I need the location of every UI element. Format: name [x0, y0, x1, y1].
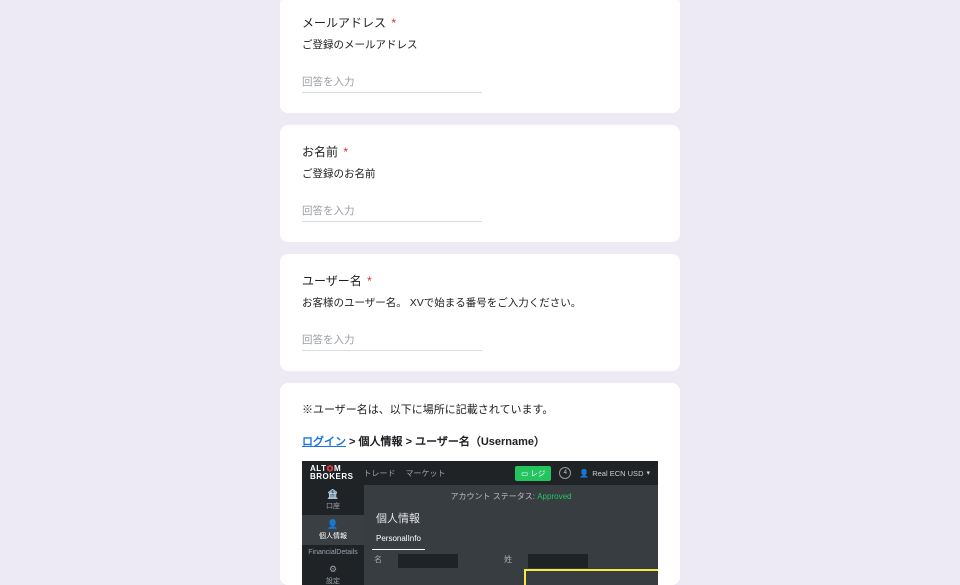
field-label-lastname: 姓	[504, 554, 520, 568]
bank-icon: 🏦	[302, 489, 364, 500]
question-title: ユーザー名 *	[302, 272, 658, 289]
logo-subtext: BROKERS	[310, 473, 354, 481]
logo: ALT⏣M BROKERS	[310, 465, 354, 481]
info-card: ※ユーザー名は、以下に場所に記載されています。 ログイン > 個人情報 > ユー…	[280, 383, 680, 585]
register-label: レジ	[530, 469, 545, 478]
embed-body: 🏦 口座 👤 個人情報 FinancialDetails ⚙ 設定	[302, 485, 658, 585]
question-card-email: メールアドレス * ご登録のメールアドレス	[280, 0, 680, 113]
username-highlight-box	[524, 569, 658, 585]
sb-label: 設定	[326, 578, 340, 585]
embed-main: アカウント ステータス: Approved 個人情報 PersonalInfo …	[364, 485, 658, 585]
person-icon: 👤	[579, 469, 589, 478]
question-desc: ご登録のお名前	[302, 166, 658, 181]
account-status: アカウント ステータス: Approved	[364, 485, 658, 502]
sidebar-item-financial: FinancialDetails	[302, 545, 364, 560]
status-value: Approved	[537, 492, 571, 501]
nav-market: マーケット	[406, 468, 446, 479]
title-text: お名前	[302, 145, 338, 159]
card-icon: ▭	[521, 469, 528, 478]
account-selector: 👤 Real ECN USD ▾	[579, 469, 650, 478]
embedded-screenshot: ALT⏣M BROKERS トレード マーケット ▭ レジ 4 👤 Real E…	[302, 461, 658, 585]
embed-topbar: ALT⏣M BROKERS トレード マーケット ▭ レジ 4 👤 Real E…	[302, 461, 658, 485]
question-title: お名前 *	[302, 143, 658, 160]
breadcrumb-rest: > 個人情報 > ユーザー名（Username）	[346, 436, 545, 448]
title-text: メールアドレス	[302, 16, 386, 30]
field-firstname-value	[398, 554, 458, 568]
username-location-note: ※ユーザー名は、以下に場所に記載されています。	[302, 401, 658, 417]
chevron-down-icon: ▾	[646, 469, 650, 477]
account-name: Real ECN USD	[592, 469, 643, 478]
breadcrumb-login-link[interactable]: ログイン	[302, 436, 346, 448]
status-label: アカウント ステータス:	[451, 492, 535, 501]
required-mark: *	[367, 274, 372, 288]
field-label-firstname: 名	[374, 554, 390, 568]
page-title: 個人情報	[364, 502, 658, 530]
embed-sidebar: 🏦 口座 👤 個人情報 FinancialDetails ⚙ 設定	[302, 485, 364, 585]
notification-badge: 4	[559, 467, 571, 479]
register-button: ▭ レジ	[515, 466, 551, 481]
tab-personalinfo: PersonalInfo	[372, 530, 425, 550]
topbar-right: ▭ レジ 4 👤 Real ECN USD ▾	[515, 466, 650, 481]
question-desc: お客様のユーザー名。 XVで始まる番号をご入力ください。	[302, 295, 658, 310]
username-input[interactable]	[302, 330, 482, 351]
sb-label: FinancialDetails	[308, 549, 357, 556]
email-input[interactable]	[302, 72, 482, 93]
breadcrumb: ログイン > 個人情報 > ユーザー名（Username）	[302, 433, 658, 449]
title-text: ユーザー名	[302, 274, 362, 288]
question-desc: ご登録のメールアドレス	[302, 37, 658, 52]
sidebar-item-account: 🏦 口座	[302, 485, 364, 515]
gear-icon: ⚙	[302, 564, 364, 575]
nav-trade: トレード	[364, 468, 396, 479]
field-row: 名 姓	[364, 550, 658, 568]
field-lastname-value	[528, 554, 588, 568]
tabs: PersonalInfo	[364, 530, 658, 550]
question-card-name: お名前 * ご登録のお名前	[280, 125, 680, 242]
question-title: メールアドレス *	[302, 14, 658, 31]
name-input[interactable]	[302, 201, 482, 222]
question-card-username: ユーザー名 * お客様のユーザー名。 XVで始まる番号をご入力ください。	[280, 254, 680, 371]
required-mark: *	[391, 16, 396, 30]
required-mark: *	[343, 145, 348, 159]
sb-label: 個人情報	[319, 533, 347, 540]
sidebar-item-personal: 👤 個人情報	[302, 515, 364, 545]
person-icon: 👤	[302, 519, 364, 530]
sidebar-item-settings: ⚙ 設定	[302, 560, 364, 585]
sb-label: 口座	[326, 503, 340, 510]
